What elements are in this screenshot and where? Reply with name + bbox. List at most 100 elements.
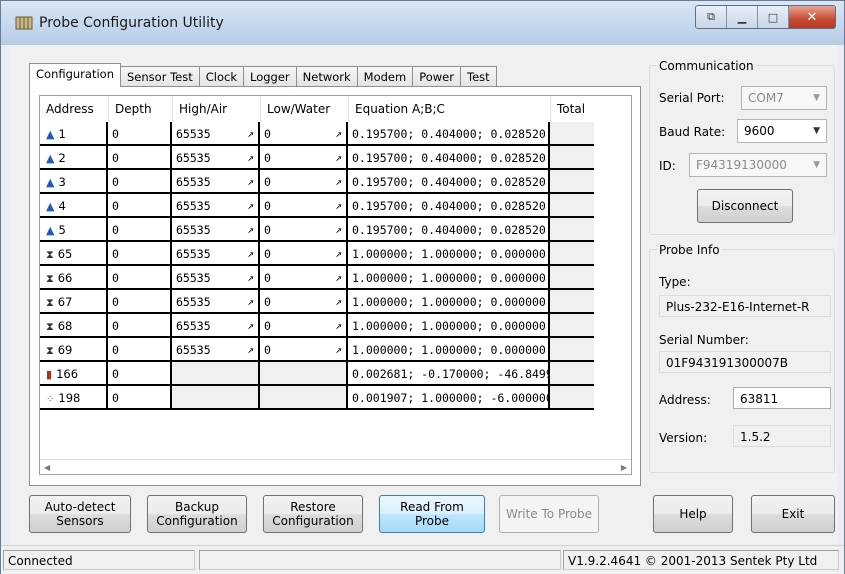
cell-equation[interactable]: 1.000000; 1.000000; 0.000000	[348, 242, 550, 266]
address-input[interactable]: 63811	[733, 387, 831, 409]
cell-total[interactable]	[550, 242, 594, 266]
cell-depth[interactable]: 0	[108, 338, 172, 362]
calibrate-icon[interactable]: ↗	[335, 242, 342, 264]
cell-address[interactable]: ⧗ 69	[40, 338, 108, 362]
cell-equation[interactable]: 0.001907; 1.000000; -6.000000	[348, 386, 550, 410]
cell-depth[interactable]: 0	[108, 266, 172, 290]
cell-address[interactable]: ⧗ 66	[40, 266, 108, 290]
cell-low[interactable]: 0 ↗	[260, 314, 348, 338]
cell-low[interactable]	[260, 386, 348, 410]
cell-low[interactable]: 0 ↗	[260, 170, 348, 194]
cell-address[interactable]: ▲ 1	[40, 122, 108, 146]
auto-detect-sensors-button[interactable]: Auto-detect Sensors	[29, 495, 131, 533]
calibrate-icon[interactable]: ↗	[335, 290, 342, 312]
column-header-address[interactable]: Address	[40, 96, 108, 122]
cell-total[interactable]	[550, 290, 594, 314]
table-row[interactable]: ⁘ 198 0 0.001907; 1.000000; -6.000000	[40, 386, 631, 410]
cell-depth[interactable]: 0	[108, 314, 172, 338]
cell-total[interactable]	[550, 170, 594, 194]
cell-equation[interactable]: 0.002681; -0.170000; -46.8499	[348, 362, 550, 386]
table-row[interactable]: ⧗ 65 0 65535 ↗ 0 ↗ 1.000000; 1.000000; 0.000000	[40, 242, 631, 266]
cell-equation[interactable]: 1.000000; 1.000000; 0.000000	[348, 314, 550, 338]
cell-high[interactable]: 65535 ↗	[172, 266, 260, 290]
cell-low[interactable]: 0 ↗	[260, 122, 348, 146]
cell-address[interactable]: ▲ 4	[40, 194, 108, 218]
id-select[interactable]: F94319130000 ▼	[689, 153, 827, 177]
calibrate-icon[interactable]: ↗	[335, 146, 342, 168]
calibrate-icon[interactable]: ↗	[247, 314, 254, 336]
calibrate-icon[interactable]: ↗	[247, 338, 254, 360]
cell-address[interactable]: ▲ 2	[40, 146, 108, 170]
table-row[interactable]: ▲ 5 0 65535 ↗ 0 ↗ 0.195700; 0.404000; 0.028520	[40, 218, 631, 242]
cell-high[interactable]: 65535 ↗	[172, 122, 260, 146]
cell-total[interactable]	[550, 362, 594, 386]
serial-port-select[interactable]: COM7 ▼	[741, 86, 827, 110]
horizontal-scrollbar[interactable]: ◀ ▶	[40, 459, 631, 474]
calibrate-icon[interactable]: ↗	[247, 218, 254, 240]
cell-address[interactable]: ⧗ 67	[40, 290, 108, 314]
calibrate-icon[interactable]: ↗	[247, 290, 254, 312]
cell-equation[interactable]: 0.195700; 0.404000; 0.028520	[348, 146, 550, 170]
cell-equation[interactable]: 1.000000; 1.000000; 0.000000	[348, 266, 550, 290]
tab-clock[interactable]: Clock	[198, 66, 244, 87]
close-icon[interactable]: ✕	[789, 6, 835, 28]
disconnect-button[interactable]: Disconnect	[697, 189, 793, 223]
calibrate-icon[interactable]: ↗	[335, 314, 342, 336]
calibrate-icon[interactable]: ↗	[335, 266, 342, 288]
cell-address[interactable]: ▮ 166	[40, 362, 108, 386]
calibrate-icon[interactable]: ↗	[247, 266, 254, 288]
calibrate-icon[interactable]: ↗	[247, 242, 254, 264]
cell-high[interactable]: 65535 ↗	[172, 194, 260, 218]
cell-low[interactable]	[260, 362, 348, 386]
baud-rate-select[interactable]: 9600 ▼	[737, 119, 827, 143]
column-header-low-water[interactable]: Low/Water	[260, 96, 348, 122]
write-to-probe-button[interactable]: Write To Probe	[499, 495, 599, 533]
calibrate-icon[interactable]: ↗	[247, 170, 254, 192]
cell-equation[interactable]: 0.195700; 0.404000; 0.028520	[348, 122, 550, 146]
minimize-icon[interactable]: ▁	[727, 6, 758, 28]
cell-total[interactable]	[550, 146, 594, 170]
calibrate-icon[interactable]: ↗	[247, 122, 254, 144]
calibrate-icon[interactable]: ↗	[335, 194, 342, 216]
cell-low[interactable]: 0 ↗	[260, 218, 348, 242]
read-from-probe-button[interactable]: Read From Probe	[379, 495, 485, 533]
backup-configuration-button[interactable]: Backup Configuration	[147, 495, 247, 533]
table-row[interactable]: ⧗ 69 0 65535 ↗ 0 ↗ 1.000000; 1.000000; 0.000000	[40, 338, 631, 362]
cell-low[interactable]: 0 ↗	[260, 146, 348, 170]
cell-depth[interactable]: 0	[108, 170, 172, 194]
cell-high[interactable]	[172, 386, 260, 410]
cell-depth[interactable]: 0	[108, 362, 172, 386]
maximize-icon[interactable]: □	[758, 6, 789, 28]
cell-high[interactable]	[172, 362, 260, 386]
cell-depth[interactable]: 0	[108, 146, 172, 170]
tab-network[interactable]: Network	[295, 66, 358, 87]
calibrate-icon[interactable]: ↗	[335, 338, 342, 360]
cell-total[interactable]	[550, 218, 594, 242]
cell-equation[interactable]: 0.195700; 0.404000; 0.028520	[348, 194, 550, 218]
table-row[interactable]: ▲ 3 0 65535 ↗ 0 ↗ 0.195700; 0.404000; 0.028520	[40, 170, 631, 194]
sensor-grid[interactable]: Address Depth High/Air Low/Water Equatio…	[39, 95, 632, 475]
calibrate-icon[interactable]: ↗	[335, 218, 342, 240]
table-row[interactable]: ▲ 4 0 65535 ↗ 0 ↗ 0.195700; 0.404000; 0.028520	[40, 194, 631, 218]
title-bar[interactable]: Probe Configuration Utility ⧉ ▁ □ ✕	[1, 1, 844, 45]
cell-high[interactable]: 65535 ↗	[172, 338, 260, 362]
cell-address[interactable]: ▲ 3	[40, 170, 108, 194]
table-row[interactable]: ⧗ 66 0 65535 ↗ 0 ↗ 1.000000; 1.000000; 0.000000	[40, 266, 631, 290]
cell-low[interactable]: 0 ↗	[260, 290, 348, 314]
tab-sensor-test[interactable]: Sensor Test	[120, 66, 200, 87]
restore-configuration-button[interactable]: Restore Configuration	[263, 495, 363, 533]
cell-high[interactable]: 65535 ↗	[172, 242, 260, 266]
table-row[interactable]: ⧗ 68 0 65535 ↗ 0 ↗ 1.000000; 1.000000; 0.000000	[40, 314, 631, 338]
calibrate-icon[interactable]: ↗	[247, 146, 254, 168]
calibrate-icon[interactable]: ↗	[335, 170, 342, 192]
table-row[interactable]: ⧗ 67 0 65535 ↗ 0 ↗ 1.000000; 1.000000; 0.000000	[40, 290, 631, 314]
cell-total[interactable]	[550, 122, 594, 146]
column-header-depth[interactable]: Depth	[108, 96, 172, 122]
tab-test[interactable]: Test	[460, 66, 497, 87]
table-row[interactable]: ▲ 2 0 65535 ↗ 0 ↗ 0.195700; 0.404000; 0.028520	[40, 146, 631, 170]
cell-total[interactable]	[550, 338, 594, 362]
cell-high[interactable]: 65535 ↗	[172, 146, 260, 170]
cell-total[interactable]	[550, 194, 594, 218]
cell-equation[interactable]: 0.195700; 0.404000; 0.028520	[348, 170, 550, 194]
cell-depth[interactable]: 0	[108, 242, 172, 266]
